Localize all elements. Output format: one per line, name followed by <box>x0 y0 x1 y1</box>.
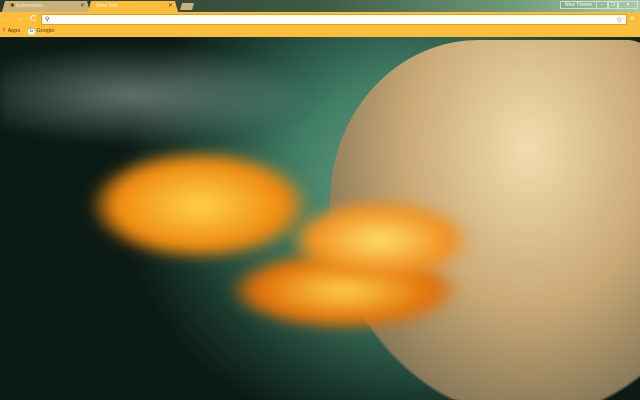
forward-button[interactable]: → <box>15 14 25 24</box>
search-icon: ⚲ <box>45 17 50 23</box>
close-tab-icon[interactable]: ✕ <box>80 1 85 12</box>
apps-grid-icon: ⠿ <box>2 28 7 34</box>
bookmark-star-icon[interactable]: ☆ <box>616 15 623 25</box>
tab-title: New Tab <box>96 3 118 9</box>
tab-new-tab[interactable]: New Tab ✕ <box>88 1 178 12</box>
flame-art <box>290 200 470 280</box>
reload-button[interactable]: C <box>28 14 38 24</box>
toolbar: ← → C ⚲ ☆ ≡ <box>0 12 640 26</box>
bookmark-google[interactable]: G Google <box>28 26 54 37</box>
back-button[interactable]: ← <box>2 14 12 24</box>
close-tab-icon[interactable]: ✕ <box>168 1 173 12</box>
profile-button[interactable]: New Theme <box>560 1 597 9</box>
new-tab-button[interactable] <box>180 3 194 10</box>
minimize-button[interactable]: – <box>596 1 608 9</box>
menu-icon[interactable]: ≡ <box>630 15 637 23</box>
omnibox[interactable]: ⚲ ☆ <box>41 14 627 25</box>
maximize-button[interactable]: ❐ <box>608 1 618 9</box>
smoke-art <box>0 40 330 150</box>
bookmark-apps[interactable]: ⠿ Apps <box>2 26 20 37</box>
close-window-button[interactable]: ✕ <box>618 1 638 9</box>
flame-art <box>90 150 310 260</box>
tab-strip: ✱ Extensions ✕ New Tab ✕ New Theme – ❐ ✕ <box>0 0 640 12</box>
google-icon: G <box>28 28 35 35</box>
bookmark-label: Apps <box>7 28 21 34</box>
tab-title: Extensions <box>16 3 44 9</box>
bookmarks-bar: ⠿ Apps G Google <box>0 26 640 37</box>
tab-extensions[interactable]: ✱ Extensions ✕ <box>2 1 90 12</box>
bookmark-label: Google <box>36 28 55 34</box>
